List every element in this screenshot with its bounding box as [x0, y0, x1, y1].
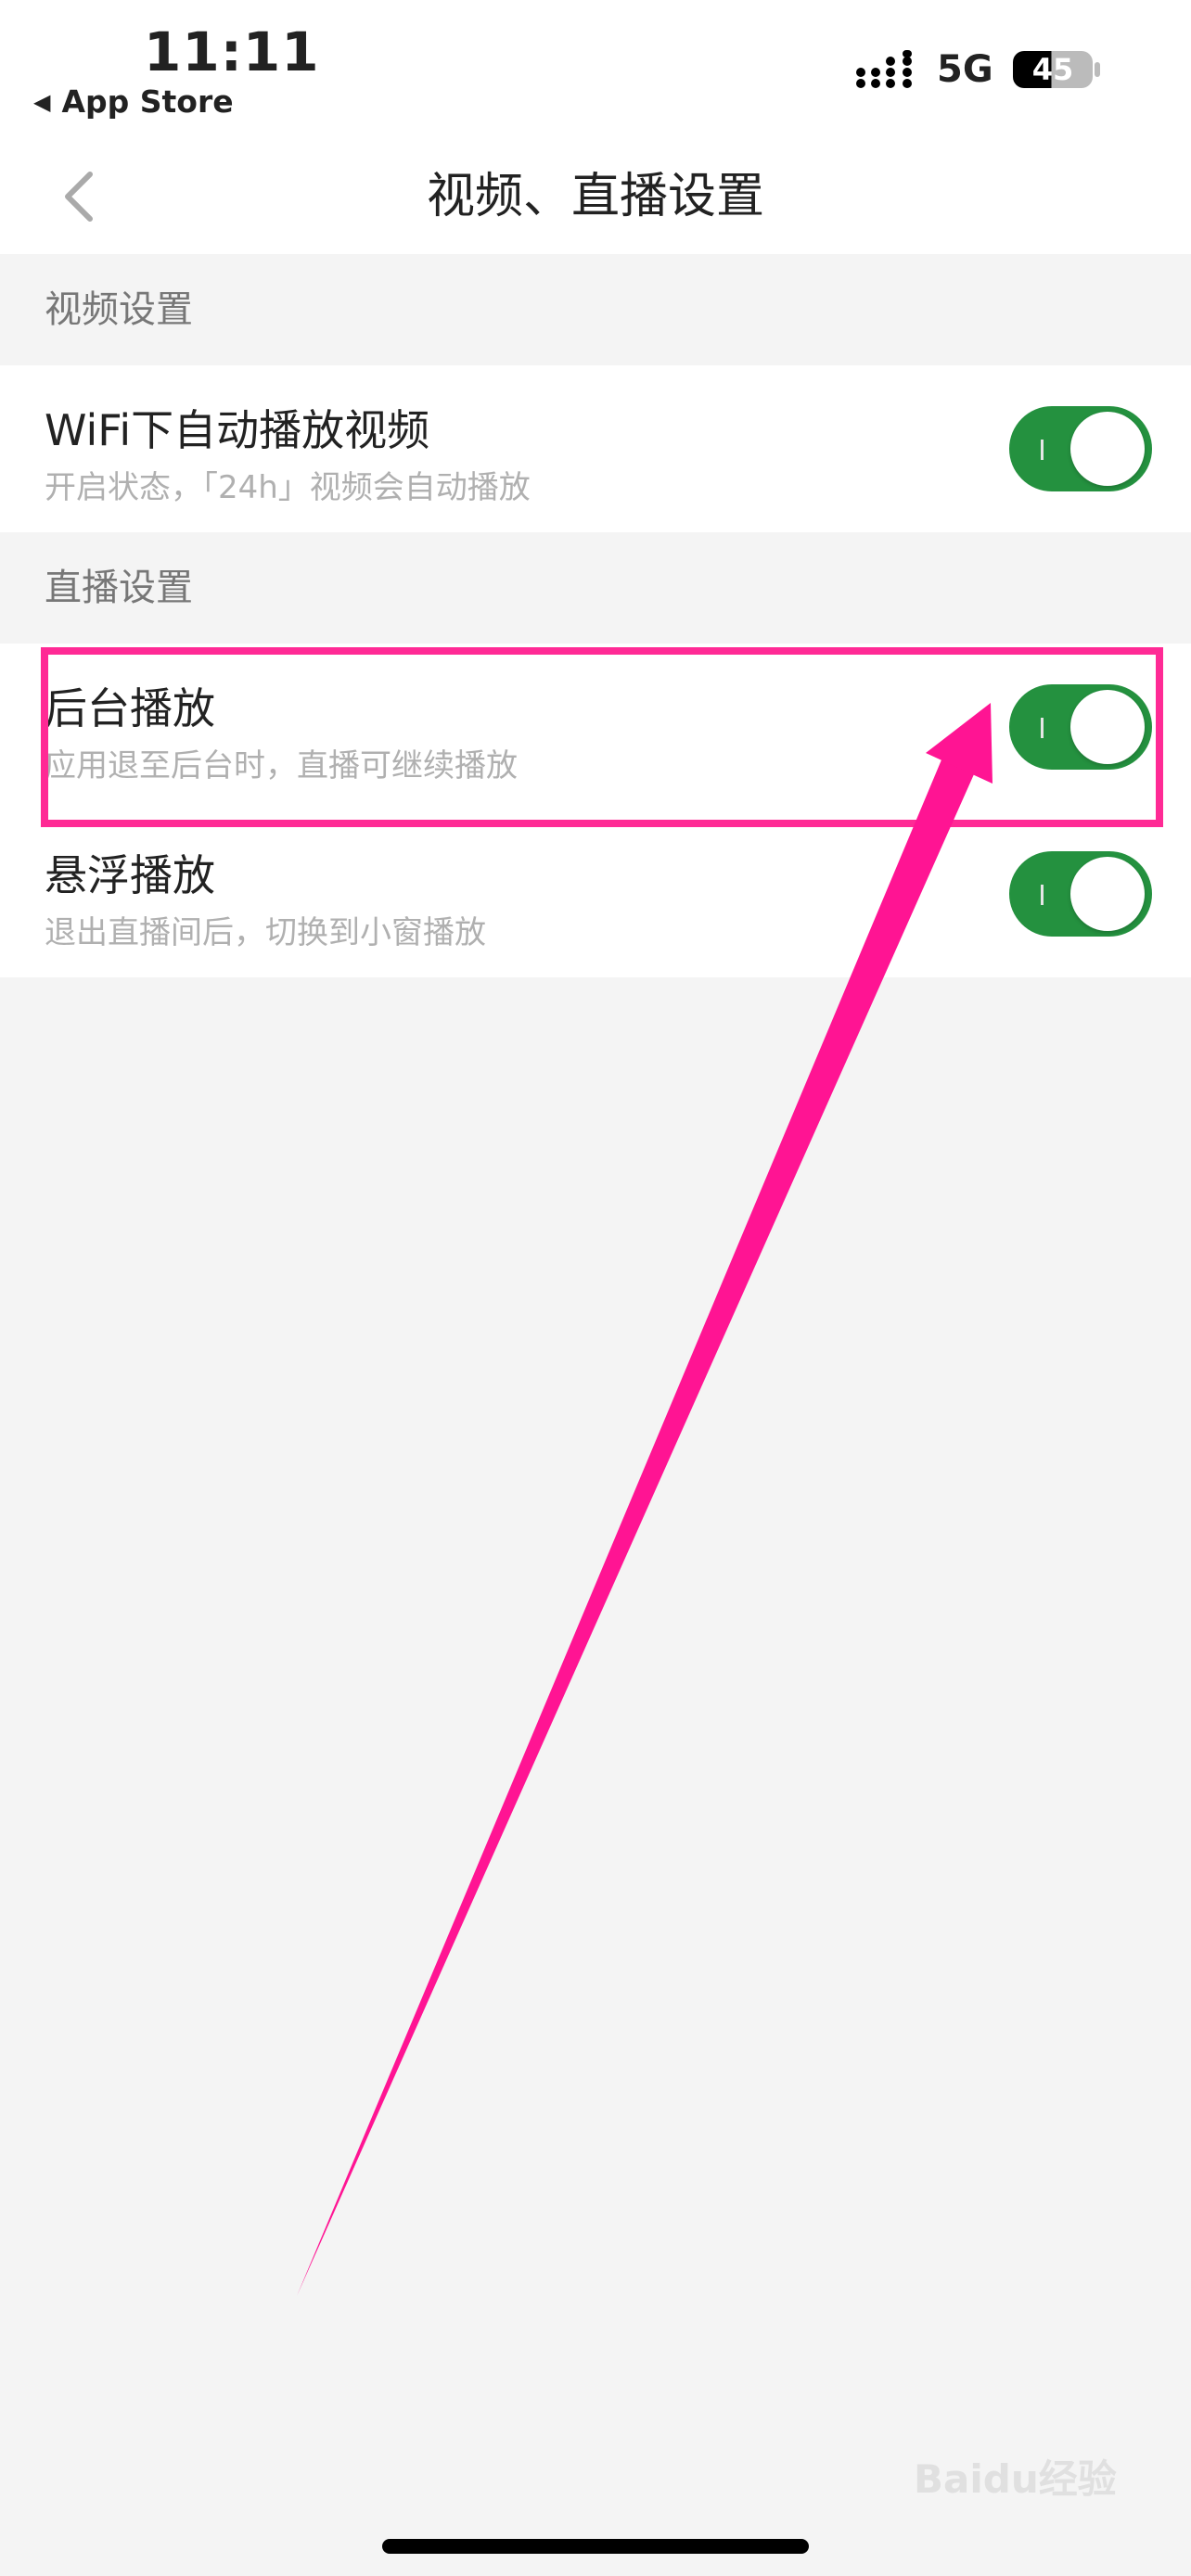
- status-bar: 11:11 ◀ App Store 5G 45: [0, 0, 1191, 139]
- toggle-knob: [1070, 857, 1145, 931]
- status-time: 11:11: [144, 20, 320, 83]
- toggle-on-mark: [1041, 885, 1044, 905]
- background-play-toggle[interactable]: [1009, 684, 1152, 770]
- watermark-logo: Baidu经验: [914, 2456, 1117, 2502]
- settings-screen: 11:11 ◀ App Store 5G 45 视频、直播设置 视频设置 WiF…: [0, 0, 1191, 2576]
- back-triangle-icon: ◀: [33, 88, 51, 115]
- back-button[interactable]: [46, 161, 111, 232]
- row-title: WiFi下自动播放视频: [45, 405, 430, 455]
- battery-icon: 45: [1013, 51, 1093, 88]
- navigation-bar: 视频、直播设置: [0, 139, 1191, 254]
- signal-icon: [856, 50, 912, 88]
- wifi-autoplay-toggle[interactable]: [1009, 406, 1152, 491]
- toggle-knob: [1070, 690, 1145, 764]
- home-indicator[interactable]: [382, 2539, 809, 2554]
- section-header-video: 视频设置: [0, 254, 1191, 365]
- row-floating-play: 悬浮播放 退出直播间后，切换到小窗播放: [0, 810, 1191, 977]
- row-subtitle: 应用退至后台时，直播可继续播放: [45, 747, 518, 784]
- page-title: 视频、直播设置: [426, 169, 764, 224]
- back-to-app-store-link[interactable]: ◀ App Store: [33, 83, 234, 120]
- toggle-on-mark: [1041, 440, 1044, 460]
- section-header-live: 直播设置: [0, 532, 1191, 644]
- toggle-on-mark: [1041, 718, 1044, 738]
- row-wifi-autoplay: WiFi下自动播放视频 开启状态，「24h」视频会自动播放: [0, 365, 1191, 532]
- network-type: 5G: [937, 48, 993, 91]
- chevron-left-icon: [65, 172, 93, 222]
- row-title: 悬浮播放: [45, 850, 215, 900]
- row-title: 后台播放: [45, 683, 215, 733]
- row-subtitle: 退出直播间后，切换到小窗播放: [45, 914, 486, 951]
- toggle-knob: [1070, 412, 1145, 486]
- back-app-label: App Store: [61, 83, 234, 120]
- row-background-play: 后台播放 应用退至后台时，直播可继续播放: [0, 644, 1191, 810]
- battery-nub: [1095, 62, 1100, 77]
- row-subtitle: 开启状态，「24h」视频会自动播放: [45, 469, 531, 506]
- floating-play-toggle[interactable]: [1009, 851, 1152, 937]
